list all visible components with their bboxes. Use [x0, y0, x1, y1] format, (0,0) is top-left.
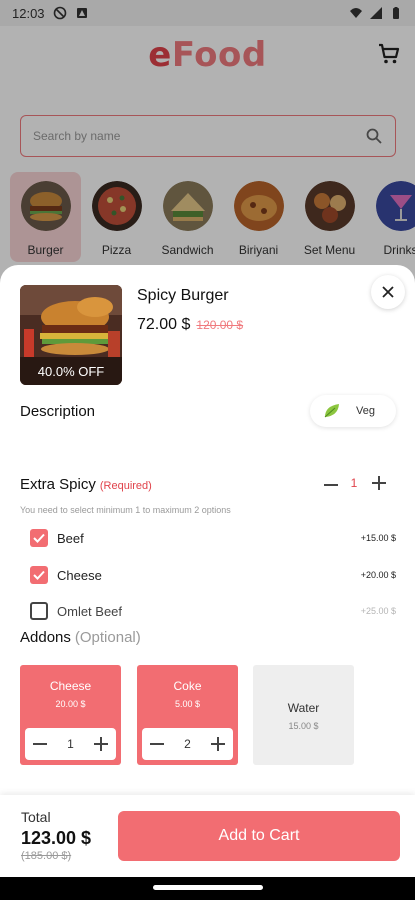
option-name: Beef — [57, 530, 84, 546]
system-nav-bar — [0, 877, 415, 900]
plus-icon[interactable] — [94, 737, 108, 751]
product-old-price: 120.00 $ — [196, 318, 244, 332]
checkbox-checked[interactable] — [30, 529, 48, 547]
addon-quantity-stepper: 2 — [142, 728, 233, 760]
addon-quantity-value: 2 — [184, 737, 191, 751]
checkout-bar: Total 123.00 $ (185.00 $) Add to Cart — [0, 795, 415, 877]
addon-price: 15.00 $ — [288, 721, 319, 731]
total-old-price: (185.00 $) — [21, 850, 72, 862]
price-row: 72.00 $ 120.00 $ — [137, 316, 243, 334]
option-beef[interactable]: Beef +15.00 $ — [30, 527, 396, 549]
addon-price: 20.00 $ — [55, 699, 86, 709]
addon-quantity-value: 1 — [67, 737, 74, 751]
minus-icon[interactable] — [150, 737, 164, 751]
close-icon — [382, 286, 394, 298]
veg-label: Veg — [356, 405, 375, 417]
minus-icon[interactable] — [33, 737, 47, 751]
option-cheese[interactable]: Cheese +20.00 $ — [30, 564, 396, 586]
checkbox-checked[interactable] — [30, 566, 48, 584]
leaf-icon — [324, 404, 339, 418]
option-omlet-beef[interactable]: Omlet Beef +25.00 $ — [30, 600, 396, 622]
description-title: Description — [20, 403, 96, 420]
home-gesture-handle[interactable] — [153, 885, 263, 890]
close-button[interactable] — [371, 275, 405, 309]
addon-card-cheese[interactable]: Cheese 20.00 $ 1 — [20, 665, 121, 765]
addon-price: 5.00 $ — [174, 699, 201, 709]
required-label: (Required) — [99, 480, 152, 492]
product-bottom-sheet: 40.0% OFF Spicy Burger 72.00 $ 120.00 $ … — [0, 265, 415, 877]
total-label: Total — [21, 809, 51, 825]
check-icon — [33, 533, 45, 543]
option-name: Cheese — [57, 567, 102, 583]
addon-card-coke[interactable]: Coke 5.00 $ 2 — [137, 665, 238, 765]
option-price: +15.00 $ — [360, 533, 396, 543]
extra-spicy-title: Extra Spicy (Required) — [20, 476, 152, 493]
veg-badge: Veg — [310, 395, 396, 427]
optional-label: (Optional) — [74, 629, 141, 646]
option-name: Omlet Beef — [57, 603, 123, 619]
option-price: +20.00 $ — [360, 570, 396, 580]
product-image: 40.0% OFF — [20, 285, 122, 385]
increment-button[interactable] — [366, 470, 392, 496]
addon-name: Water — [287, 701, 320, 715]
extra-quantity-value: 1 — [350, 476, 358, 490]
discount-badge: 40.0% OFF — [20, 357, 122, 385]
selection-hint: You need to select minimum 1 to maximum … — [20, 505, 231, 515]
addon-card-water[interactable]: Water 15.00 $ — [253, 665, 354, 765]
check-icon — [33, 570, 45, 580]
decrement-button[interactable] — [316, 470, 342, 496]
plus-icon — [372, 476, 386, 490]
total-price: 123.00 $ — [21, 828, 92, 848]
product-title: Spicy Burger — [137, 287, 229, 304]
product-price: 72.00 $ — [137, 316, 191, 333]
option-price: +25.00 $ — [360, 606, 396, 616]
addon-quantity-stepper: 1 — [25, 728, 116, 760]
plus-icon[interactable] — [211, 737, 225, 751]
checkbox-unchecked[interactable] — [30, 602, 48, 620]
addons-title: Addons (Optional) — [20, 629, 141, 646]
minus-icon — [324, 478, 338, 488]
addon-name: Cheese — [49, 679, 92, 693]
add-to-cart-button[interactable]: Add to Cart — [118, 811, 400, 861]
extra-quantity-stepper: 1 — [316, 470, 392, 496]
addon-name: Coke — [173, 679, 202, 693]
